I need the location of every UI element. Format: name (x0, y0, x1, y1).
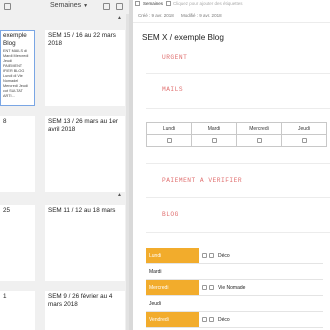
section-heading-urgent: URGENT (162, 54, 188, 61)
note-card-title: 8 (3, 118, 7, 125)
table-row: Mercredi Vie Nomade (146, 279, 323, 296)
task-label: Vie Nomade (218, 284, 246, 291)
table-row: Lundi Mardi Mercredi Jeudi (146, 122, 327, 135)
table-cell (281, 134, 327, 147)
tags-input[interactable]: Cliquez pour ajouter des étiquettes (173, 1, 243, 6)
sort-icon[interactable] (4, 3, 11, 10)
notebook-selector-label: Semaines (50, 2, 82, 9)
note-card-title: SEM 15 / 16 au 22 mars 2018 (48, 32, 116, 47)
task-label: Déco (218, 252, 230, 259)
notebook-name[interactable]: Semaines (143, 1, 163, 6)
table-cell: Déco (199, 248, 323, 264)
checkbox[interactable] (209, 252, 214, 258)
checkbox[interactable] (211, 137, 217, 143)
weekday-header: Mardi (191, 122, 237, 135)
day-cell: Lundi (146, 248, 199, 264)
note-editor: Semaines Cliquez pour ajouter des étique… (133, 0, 330, 330)
notebook-selector[interactable]: Semaines ▼ (50, 2, 88, 9)
divider (146, 108, 330, 109)
tag-icon (166, 1, 171, 6)
table-cell: Déco (199, 311, 323, 328)
table-row: Jeudi (146, 295, 323, 312)
divider (133, 22, 330, 23)
notebook-icon (135, 1, 140, 6)
checkbox[interactable] (209, 316, 214, 322)
table-cell (191, 134, 237, 147)
section-heading-mails: MAILS (162, 86, 184, 93)
task-label: Déco (218, 316, 230, 323)
day-cell: Jeudi (146, 295, 199, 312)
checkbox[interactable] (301, 137, 307, 143)
note-list-panel: Semaines ▼ ▲ ▲ exemple Blog ENT MAILS di … (0, 0, 129, 330)
checkbox[interactable] (166, 137, 172, 143)
note-card[interactable]: 1 (0, 291, 35, 330)
note-card[interactable]: exemple Blog ENT MAILS di Mardi Mercredi… (0, 30, 35, 106)
divider (146, 232, 330, 233)
table-row: Vendredi Déco (146, 311, 323, 328)
divider (146, 197, 330, 198)
checkbox[interactable] (209, 284, 214, 290)
table-cell (199, 263, 323, 280)
note-card-title: SEM 9 / 26 février au 4 mars 2018 (48, 293, 113, 308)
weekday-header: Lundi (146, 122, 192, 135)
checkbox[interactable] (202, 284, 207, 290)
day-cell: Vendredi (146, 311, 199, 328)
note-card[interactable]: SEM 13 / 26 mars au 1er avril 2018 (45, 116, 125, 192)
modified-date: Modifié : 9 avr. 2018 (181, 13, 222, 18)
divider (146, 163, 330, 164)
chevron-down-icon: ▼ (83, 3, 89, 9)
blog-schedule-table: Lundi Déco Mardi Mercredi Vie Nomade Jeu… (146, 248, 323, 328)
view-options-icon[interactable] (116, 3, 123, 10)
table-cell (146, 134, 192, 147)
created-date: Créé : 9 avr. 2018 (138, 13, 174, 18)
note-card-title: 1 (3, 293, 7, 300)
note-card-title: 25 (3, 207, 11, 214)
note-metadata: Créé : 9 avr. 2018 Modifié : 9 avr. 2018 (138, 13, 228, 18)
note-card[interactable]: 25 (0, 205, 35, 281)
note-card[interactable]: SEM 9 / 26 février au 4 mars 2018 (45, 291, 125, 330)
divider (146, 73, 330, 74)
share-icon[interactable] (103, 3, 110, 10)
weekday-header: Jeudi (281, 122, 327, 135)
table-cell: Vie Nomade (199, 279, 323, 296)
weekday-header: Mercredi (236, 122, 282, 135)
scroll-up-icon[interactable]: ▲ (117, 15, 122, 21)
note-card[interactable]: SEM 15 / 16 au 22 mars 2018 (45, 30, 125, 106)
table-row (146, 134, 327, 147)
table-row: Mardi (146, 263, 323, 280)
note-card-title: SEM 13 / 26 mars au 1er avril 2018 (48, 118, 118, 133)
note-card-snippet: ENT MAILS di Mardi Mercredi Jeudi PAIEME… (3, 49, 29, 98)
checkbox[interactable] (202, 252, 207, 258)
note-title[interactable]: SEM X / exemple Blog (142, 33, 224, 42)
note-card[interactable]: SEM 11 / 12 au 18 mars (45, 205, 125, 281)
table-cell (236, 134, 282, 147)
table-row: Lundi Déco (146, 248, 323, 264)
weekday-table: Lundi Mardi Mercredi Jeudi (146, 122, 327, 147)
section-heading-paiement: PAIEMENT A VERIFIER (162, 177, 243, 184)
table-cell (199, 295, 323, 312)
note-toolbar: Semaines Cliquez pour ajouter des étique… (133, 0, 330, 8)
day-cell: Mercredi (146, 279, 199, 296)
section-heading-blog: BLOG (162, 211, 179, 218)
scroll-up-icon[interactable]: ▲ (117, 192, 122, 198)
note-card-title: exemple Blog (3, 32, 27, 47)
note-card[interactable]: 8 (0, 116, 35, 192)
checkbox[interactable] (202, 316, 207, 322)
note-list-header: Semaines ▼ (0, 0, 129, 14)
checkbox[interactable] (256, 137, 262, 143)
day-cell: Mardi (146, 263, 199, 280)
note-card-title: SEM 11 / 12 au 18 mars (48, 207, 116, 214)
